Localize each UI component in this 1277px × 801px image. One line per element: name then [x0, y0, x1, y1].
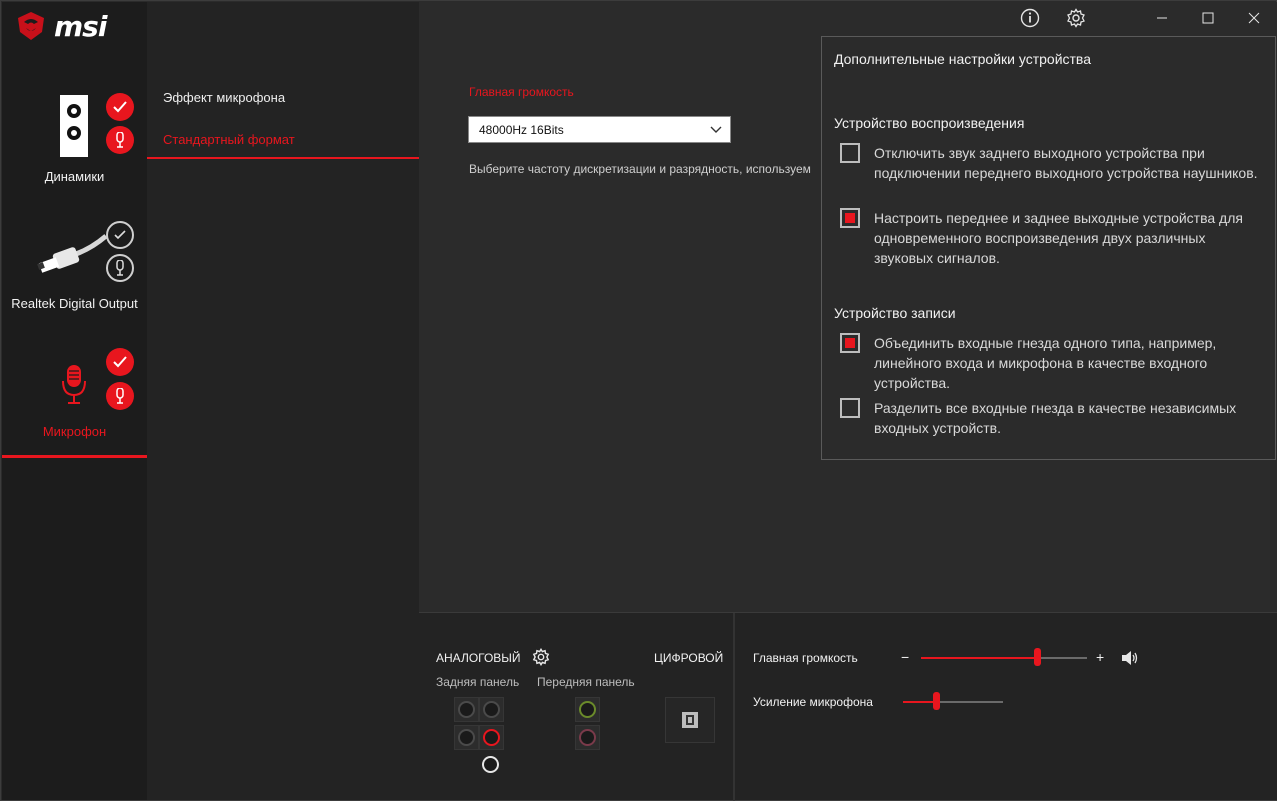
option-checkbox[interactable]	[840, 143, 860, 163]
minimize-icon	[1157, 17, 1167, 19]
popup-title: Дополнительные настройки устройства	[834, 51, 1091, 67]
master-volume-thumb[interactable]	[1034, 648, 1041, 666]
front-jack-mic[interactable]	[575, 725, 600, 750]
device-label: Realtek Digital Output	[11, 296, 138, 311]
option-label: Настроить переднее и заднее выходные уст…	[874, 210, 1243, 266]
default-comm-mic-icon[interactable]	[106, 126, 134, 154]
option-label: Объединить входные гнезда одного типа, н…	[874, 335, 1217, 391]
option-checkbox[interactable]	[840, 333, 860, 353]
active-device-indicator	[2, 455, 147, 458]
gear-icon	[532, 647, 550, 667]
master-volume-label: Главная громкость	[753, 651, 858, 665]
connector-settings-button[interactable]	[532, 647, 550, 671]
bottom-divider	[733, 613, 735, 801]
rear-jack-mic-active[interactable]	[479, 725, 504, 750]
default-device-check-icon[interactable]	[106, 93, 134, 121]
active-submenu-indicator	[147, 157, 419, 159]
option-label: Отключить звук заднего выходного устройс…	[874, 145, 1258, 181]
option-checkbox[interactable]	[840, 208, 860, 228]
gear-icon	[1067, 8, 1085, 28]
speaker-volume-icon	[1122, 651, 1138, 665]
maximize-icon	[1202, 12, 1214, 24]
device-label: Микрофон	[42, 424, 107, 439]
dragon-icon	[18, 12, 44, 40]
format-select[interactable]: 48000Hz 16Bits	[468, 116, 731, 143]
format-select-value: 48000Hz 16Bits	[479, 123, 564, 137]
submenu-item-mic-effect[interactable]: Эффект микрофона	[163, 90, 285, 105]
rear-panel-label: Задняя панель	[436, 675, 520, 689]
submenu-item-default-format[interactable]: Стандартный формат	[163, 132, 295, 147]
option-separate-inputs[interactable]: Разделить все входные гнезда в качестве …	[840, 398, 1265, 438]
speaker-icon	[60, 95, 88, 157]
mic-boost-label: Усиление микрофона	[753, 695, 873, 709]
device-microphone[interactable]: Микрофон	[2, 347, 147, 458]
digital-label: ЦИФРОВОЙ	[654, 651, 724, 665]
volume-plus-button[interactable]: +	[1096, 649, 1104, 665]
default-device-check-icon[interactable]	[106, 348, 134, 376]
info-icon	[1020, 8, 1040, 28]
info-button[interactable]	[1017, 5, 1043, 31]
device-sidebar: msi Динамики Realtek Digital Output Микр…	[2, 2, 147, 800]
section-label: Главная громкость	[469, 85, 574, 99]
microphone-icon	[62, 365, 86, 404]
settings-button[interactable]	[1063, 5, 1089, 31]
advanced-settings-popup: Дополнительные настройки устройства Устр…	[821, 36, 1276, 460]
analog-label: АНАЛОГОВЫЙ	[436, 651, 521, 665]
front-jack-headphone[interactable]	[575, 697, 600, 722]
mic-boost-fill	[903, 701, 936, 703]
close-button[interactable]	[1241, 5, 1267, 31]
front-panel-label: Передняя панель	[537, 675, 635, 689]
rear-jack[interactable]	[482, 756, 499, 773]
volume-minus-button[interactable]: −	[901, 649, 909, 665]
close-icon	[1248, 12, 1260, 24]
app-window: msi Динамики Realtek Digital Output Микр…	[0, 0, 1277, 801]
playback-section-heading: Устройство воспроизведения	[834, 115, 1025, 131]
device-digital-output[interactable]: Realtek Digital Output	[2, 220, 147, 320]
option-combine-inputs[interactable]: Объединить входные гнезда одного типа, н…	[840, 333, 1265, 393]
default-comm-mic-icon[interactable]	[106, 254, 134, 282]
default-comm-mic-icon[interactable]	[106, 382, 134, 410]
device-speakers[interactable]: Динамики	[2, 90, 147, 190]
optical-cable-icon	[37, 234, 108, 273]
rear-jack[interactable]	[454, 697, 479, 722]
speaker-mute-button[interactable]	[1121, 651, 1139, 670]
option-separate-playback[interactable]: Настроить переднее и заднее выходные уст…	[840, 208, 1265, 268]
option-label: Разделить все входные гнезда в качестве …	[874, 400, 1237, 436]
default-device-check-icon[interactable]	[106, 221, 134, 249]
bottom-panel: АНАЛОГОВЫЙ ЦИФРОВОЙ Задняя панель Передн…	[419, 612, 1277, 801]
master-volume-fill	[921, 657, 1037, 659]
option-checkbox[interactable]	[840, 398, 860, 418]
minimize-button[interactable]	[1149, 5, 1175, 31]
chevron-down-icon	[710, 123, 722, 137]
logo-text: msi	[54, 9, 107, 43]
format-description: Выберите частоту дискретизации и разрядн…	[469, 162, 811, 176]
recording-section-heading: Устройство записи	[834, 305, 956, 321]
option-mute-rear[interactable]: Отключить звук заднего выходного устройс…	[840, 143, 1265, 183]
optical-port-icon	[682, 712, 698, 728]
optical-port[interactable]	[665, 697, 715, 743]
rear-jack[interactable]	[454, 725, 479, 750]
submenu-panel: Эффект микрофона Стандартный формат	[147, 2, 419, 800]
device-label: Динамики	[44, 169, 105, 184]
msi-logo: msi	[14, 8, 144, 44]
maximize-button[interactable]	[1195, 5, 1221, 31]
mic-boost-thumb[interactable]	[933, 692, 940, 710]
rear-jack[interactable]	[479, 697, 504, 722]
